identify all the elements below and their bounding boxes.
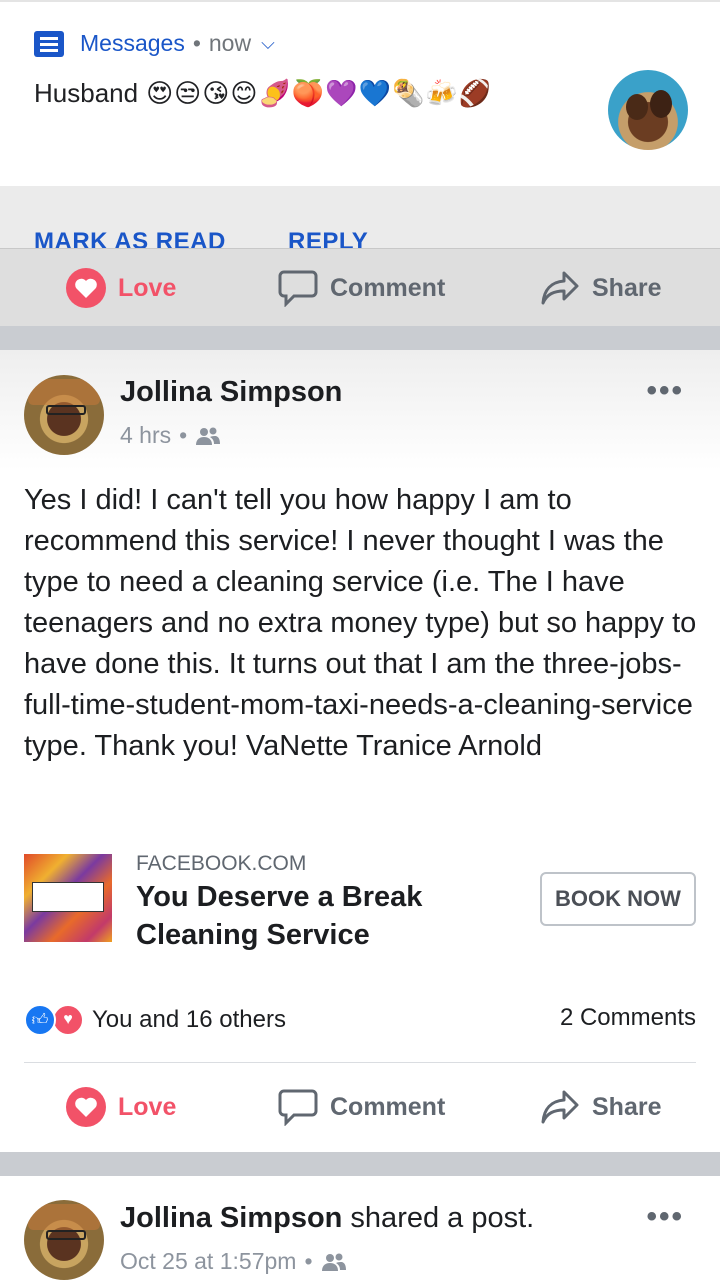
notification-sender: Husband [34, 78, 139, 108]
comment-icon [278, 270, 318, 307]
comment-label: Comment [330, 273, 446, 302]
post-author[interactable]: Jollina Simpson [120, 1202, 342, 1234]
comments-count[interactable]: 2 Comments [560, 1004, 696, 1032]
notification-app-name: Messages [80, 30, 185, 56]
meta-dot: • [179, 422, 188, 448]
love-label: Love [118, 273, 177, 302]
love-reaction-icon: ♥ [52, 1004, 84, 1036]
link-preview[interactable]: FACEBOOK.COM You Deserve a Break Cleanin… [24, 852, 696, 962]
comment-label: Comment [330, 1092, 446, 1121]
mark-as-read-button[interactable]: MARK AS READ [34, 228, 226, 248]
post-author-line: Jollina Simpson shared a post. [120, 1202, 534, 1235]
message-notification[interactable]: Messages • now ⌵ Husband 😍😒😘😊🍠🍑💜💙🌯🍻🏈 [0, 0, 720, 186]
post-divider [24, 1062, 696, 1063]
feed-post: Jollina Simpson 4 hrs • ••• Yes I did! I… [0, 350, 720, 1152]
messages-app-icon [34, 30, 64, 57]
share-button[interactable]: Share [540, 1089, 661, 1125]
share-icon [541, 271, 579, 305]
heart-icon [66, 1087, 106, 1127]
reactions-text: You and 16 others [92, 1006, 286, 1033]
post-time[interactable]: Oct 25 at 1:57pm [120, 1248, 296, 1275]
link-title: You Deserve a Break Cleaning Service [136, 881, 423, 951]
notification-emojis: 😍😒😘😊🍠🍑💜💙🌯🍻🏈 [146, 78, 493, 108]
post-author[interactable]: Jollina Simpson [120, 376, 342, 409]
notification-body: Husband 😍😒😘😊🍠🍑💜💙🌯🍻🏈 [34, 78, 492, 109]
meta-dot: • [304, 1248, 313, 1274]
share-icon [541, 1090, 579, 1124]
book-now-button[interactable]: BOOK NOW [540, 872, 696, 926]
post-time[interactable]: 4 hrs [120, 422, 171, 449]
post-meta: 4 hrs • [120, 422, 221, 449]
notification-header: Messages • now ⌵ [34, 30, 275, 57]
post-action-bar: Love Comment Share [0, 1068, 720, 1146]
share-label: Share [592, 1092, 662, 1121]
love-button[interactable]: Love [66, 268, 176, 308]
notification-actions: MARK AS READ REPLY [0, 186, 720, 248]
feed-separator [0, 1152, 720, 1176]
comment-button[interactable]: Comment [278, 269, 445, 307]
comment-icon [278, 1089, 318, 1126]
author-avatar[interactable] [24, 1200, 104, 1280]
post-header-shade [0, 350, 720, 470]
feed-post: Jollina Simpson shared a post. Oct 25 at… [0, 1176, 720, 1280]
reply-button[interactable]: REPLY [288, 228, 368, 248]
link-domain: FACEBOOK.COM [136, 852, 307, 875]
more-options-icon[interactable]: ••• [646, 376, 684, 406]
friends-icon [321, 1253, 346, 1271]
author-avatar[interactable] [24, 375, 104, 455]
heart-icon [66, 268, 106, 308]
header-dot: • [192, 30, 201, 56]
sender-avatar [608, 70, 688, 150]
post-text: Yes I did! I can't tell you how happy I … [24, 484, 697, 762]
friends-icon [196, 427, 221, 445]
love-label: Love [118, 1092, 177, 1121]
previous-post-action-bar: Love Comment Share [0, 248, 720, 326]
chevron-down-icon[interactable]: ⌵ [261, 33, 275, 54]
link-thumbnail [24, 854, 112, 942]
share-label: Share [592, 273, 662, 302]
share-button[interactable]: Share [540, 270, 661, 306]
comment-button[interactable]: Comment [278, 1088, 445, 1126]
notification-time: now [208, 30, 252, 56]
post-meta: Oct 25 at 1:57pm • [120, 1248, 347, 1275]
post-action-text: shared a post. [342, 1202, 535, 1234]
reactions-summary[interactable]: 👍︎ ♥ You and 16 others 2 Comments [24, 1002, 696, 1038]
feed-separator [0, 326, 720, 350]
like-reaction-icon: 👍︎ [24, 1004, 56, 1036]
more-options-icon[interactable]: ••• [646, 1202, 684, 1232]
love-button[interactable]: Love [66, 1087, 176, 1127]
